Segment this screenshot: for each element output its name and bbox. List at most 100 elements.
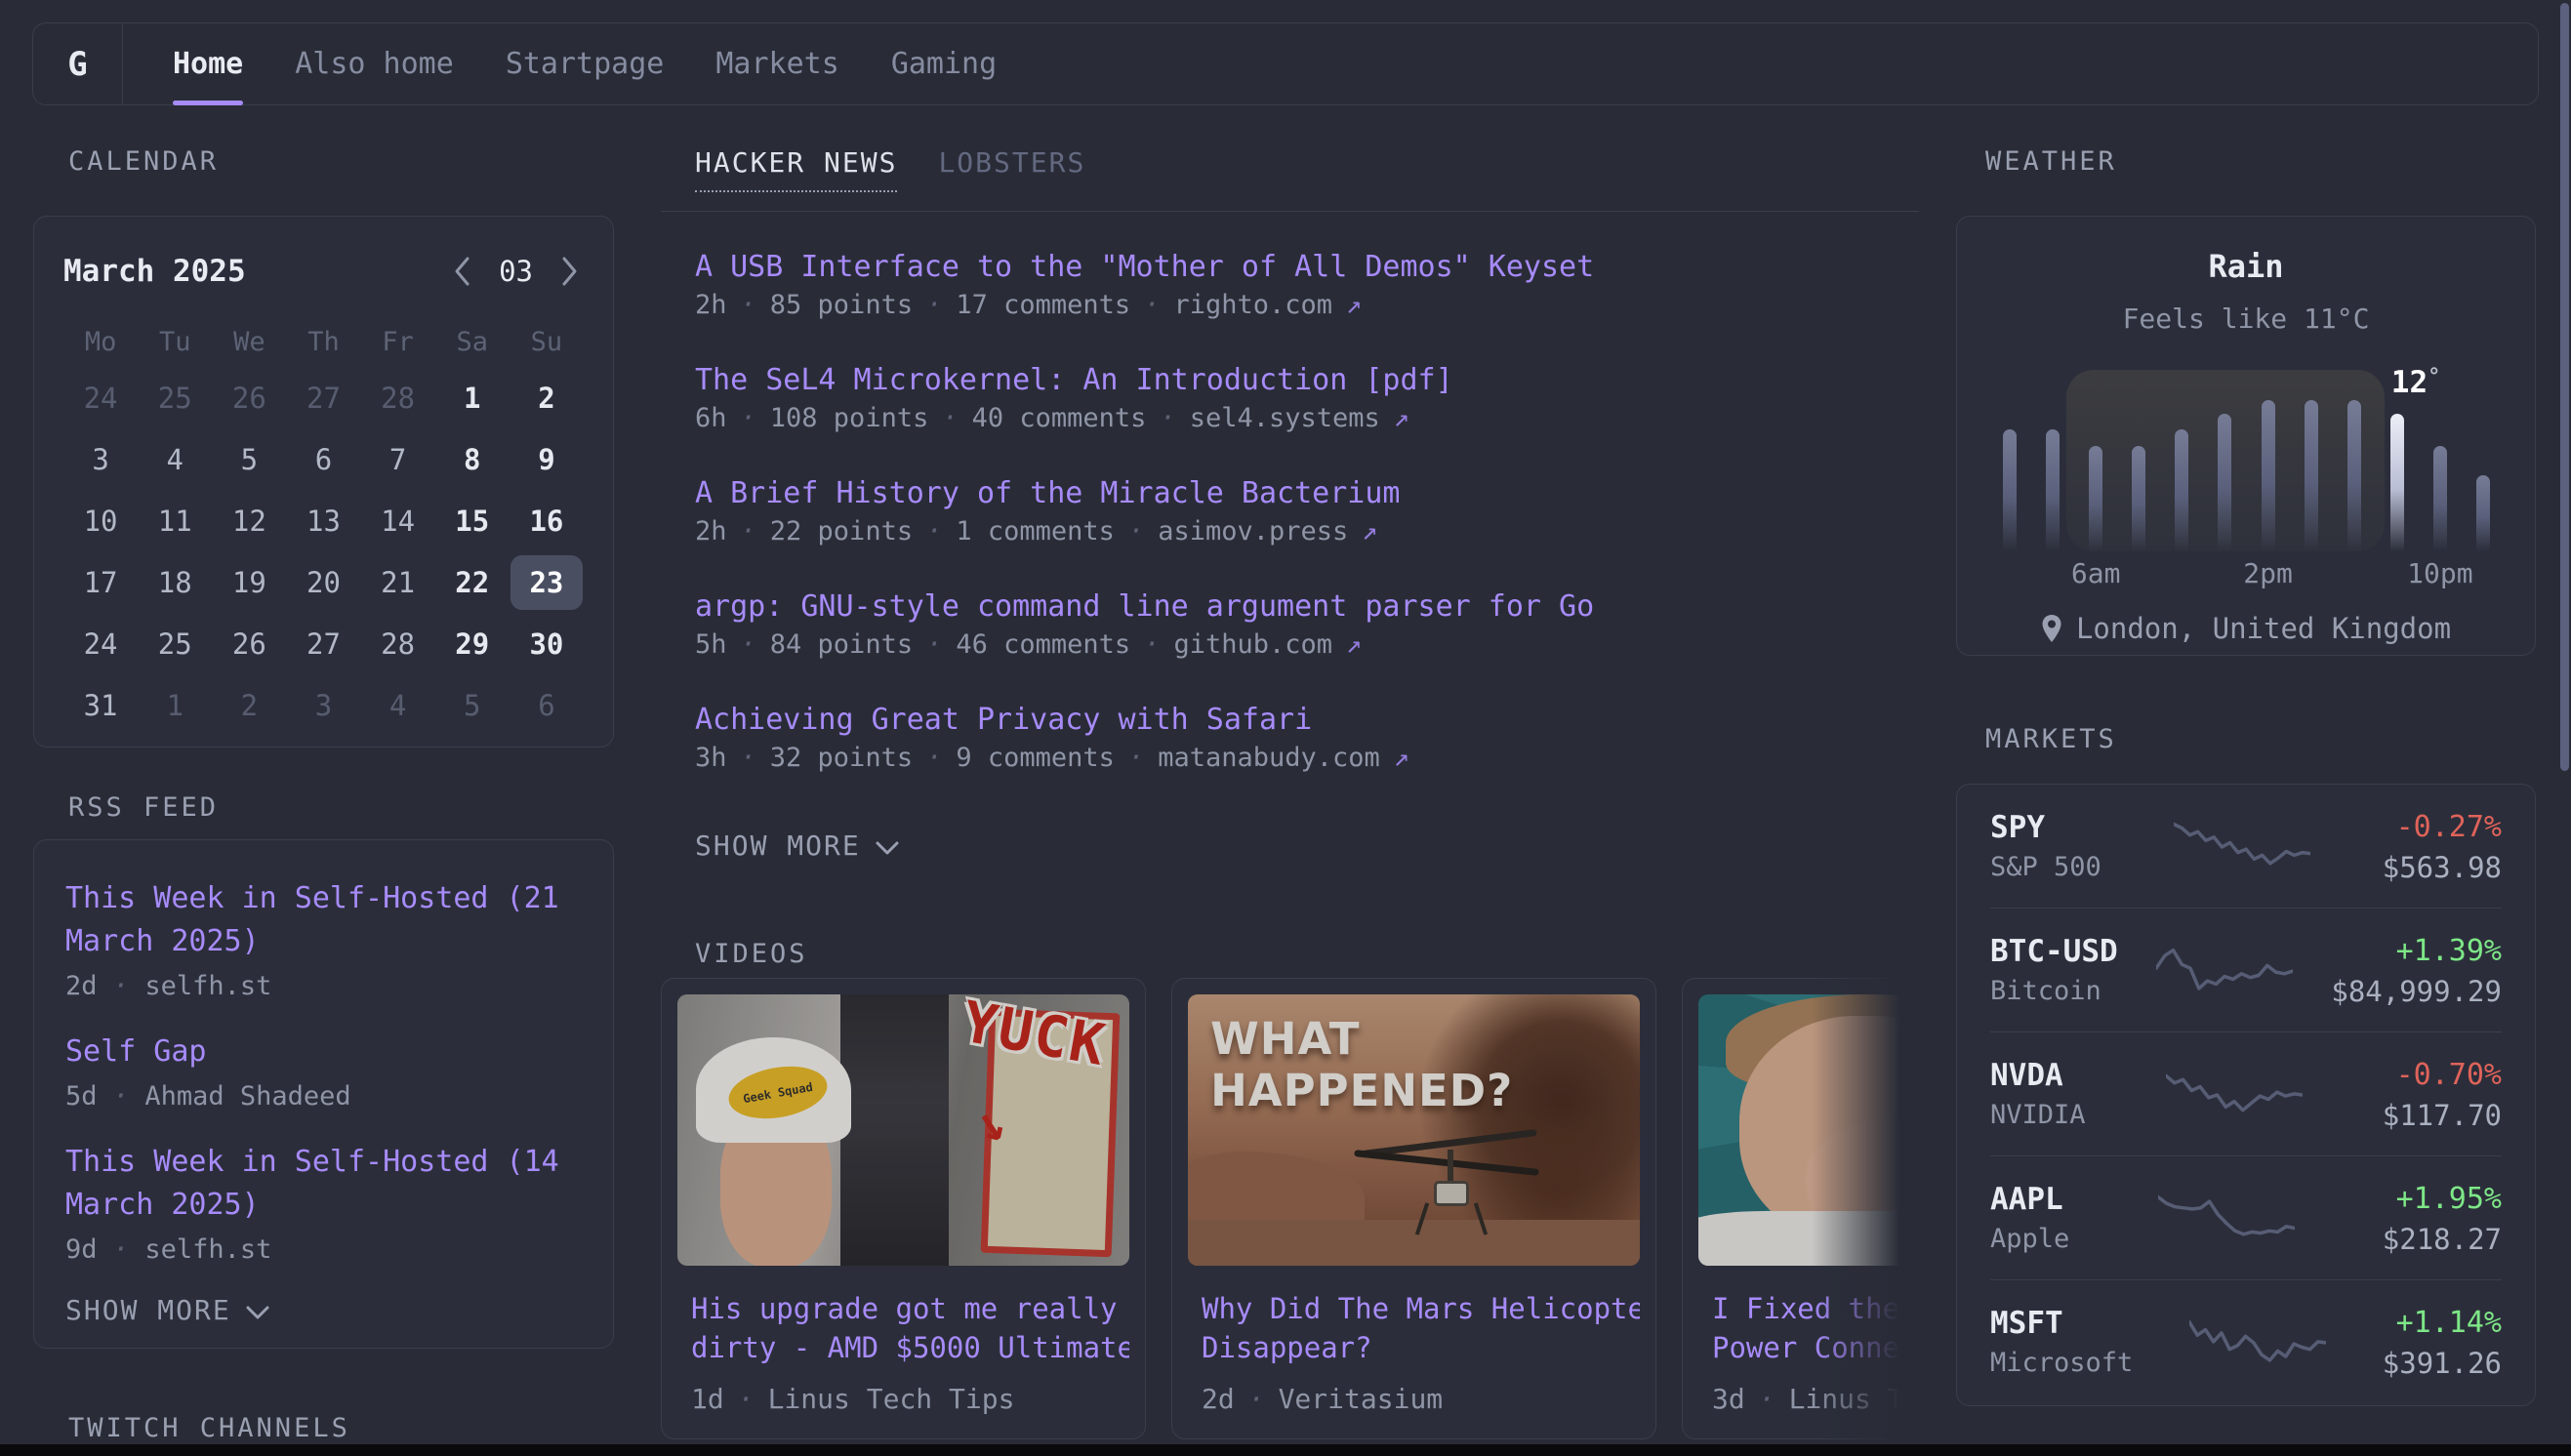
- calendar-day[interactable]: 9: [510, 428, 584, 490]
- tab-lobsters[interactable]: LOBSTERS: [938, 146, 1085, 192]
- calendar-next-icon[interactable]: [558, 255, 580, 288]
- rss-item-title[interactable]: This Week in Self-Hosted (21 March 2025): [65, 877, 582, 963]
- calendar-day[interactable]: 28: [361, 367, 435, 428]
- calendar-day[interactable]: 24: [63, 613, 138, 674]
- calendar-day[interactable]: 3: [286, 674, 360, 736]
- news-item-domain[interactable]: matanabudy.com: [1158, 744, 1380, 773]
- calendar-day[interactable]: 14: [361, 490, 435, 551]
- market-row[interactable]: MSFTMicrosoft +1.14%$391.26: [1990, 1280, 2502, 1403]
- tab-hacker-news[interactable]: HACKER NEWS: [695, 146, 897, 192]
- sparkline: [2156, 938, 2293, 1002]
- news-item[interactable]: A USB Interface to the "Mother of All De…: [695, 250, 1919, 320]
- rss-item[interactable]: This Week in Self-Hosted (21 March 2025)…: [65, 877, 582, 1001]
- video-title[interactable]: I Fixed the 5Power Connect: [1698, 1289, 1919, 1367]
- calendar-day[interactable]: 8: [435, 428, 510, 490]
- news-item-domain[interactable]: sel4.systems: [1190, 404, 1380, 433]
- video-thumbnail[interactable]: WHAT HAPPENED?: [1188, 994, 1640, 1266]
- news-item[interactable]: argp: GNU-style command line argument pa…: [695, 589, 1919, 660]
- news-item-title[interactable]: Achieving Great Privacy with Safari: [695, 703, 1919, 738]
- video-thumbnail[interactable]: Geek Squad YUCK ↘: [677, 994, 1129, 1266]
- calendar-day[interactable]: 31: [63, 674, 138, 736]
- calendar-section-title: CALENDAR: [68, 146, 219, 177]
- calendar-day[interactable]: 23: [510, 551, 584, 613]
- calendar-day[interactable]: 29: [435, 613, 510, 674]
- market-row[interactable]: AAPLApple +1.95%$218.27: [1990, 1156, 2502, 1280]
- rss-item-title[interactable]: This Week in Self-Hosted (14 March 2025): [65, 1141, 582, 1227]
- calendar-day[interactable]: 26: [212, 613, 286, 674]
- calendar-day[interactable]: 27: [286, 613, 360, 674]
- calendar-day[interactable]: 11: [138, 490, 212, 551]
- news-item-title[interactable]: argp: GNU-style command line argument pa…: [695, 589, 1919, 625]
- chart-x-label: 2pm: [2243, 557, 2293, 589]
- news-item-domain[interactable]: asimov.press: [1158, 517, 1348, 546]
- calendar-day[interactable]: 27: [286, 367, 360, 428]
- video-title-line: Power Connect: [1712, 1328, 1919, 1367]
- calendar-day[interactable]: 5: [435, 674, 510, 736]
- rss-item-meta: 5d Ahmad Shadeed: [65, 1081, 582, 1112]
- chart-x-label: 10pm: [2407, 557, 2472, 589]
- calendar-day[interactable]: 10: [63, 490, 138, 551]
- calendar-prev-icon[interactable]: [452, 255, 473, 288]
- nav-tab-also-home[interactable]: Also home: [295, 23, 454, 104]
- calendar-day[interactable]: 15: [435, 490, 510, 551]
- video-title[interactable]: His upgrade got me reallydirty - AMD $50…: [677, 1289, 1129, 1367]
- calendar-day[interactable]: 1: [138, 674, 212, 736]
- nav-tab-startpage[interactable]: Startpage: [506, 23, 665, 104]
- news-item-domain[interactable]: righto.com: [1173, 291, 1332, 320]
- news-item-title[interactable]: The SeL4 Microkernel: An Introduction [p…: [695, 363, 1919, 398]
- video-card[interactable]: Geek Squad YUCK ↘ His upgrade got me rea…: [661, 978, 1146, 1439]
- calendar-day[interactable]: 22: [435, 551, 510, 613]
- calendar-day[interactable]: 6: [510, 674, 584, 736]
- news-item-domain[interactable]: github.com: [1173, 630, 1332, 660]
- calendar-day[interactable]: 25: [138, 613, 212, 674]
- video-title[interactable]: Why Did The Mars HelicopterDisappear?: [1188, 1289, 1640, 1367]
- calendar-day[interactable]: 28: [361, 613, 435, 674]
- news-item-title[interactable]: A Brief History of the Miracle Bacterium: [695, 476, 1919, 511]
- video-card[interactable]: DO TH T I Fixed the 5Power Connect 3dLin…: [1682, 978, 1919, 1439]
- rss-item[interactable]: This Week in Self-Hosted (14 March 2025)…: [65, 1141, 582, 1265]
- rss-show-more-button[interactable]: SHOW MORE: [65, 1294, 582, 1326]
- calendar-day[interactable]: 2: [212, 674, 286, 736]
- rss-item[interactable]: Self Gap 5d Ahmad Shadeed: [65, 1031, 582, 1112]
- calendar-day[interactable]: 6: [286, 428, 360, 490]
- calendar-day[interactable]: 5: [212, 428, 286, 490]
- news-show-more-button[interactable]: SHOW MORE: [695, 829, 1919, 862]
- calendar-day[interactable]: 21: [361, 551, 435, 613]
- page-scrollbar-thumb[interactable]: [2560, 3, 2569, 771]
- calendar-day[interactable]: 3: [63, 428, 138, 490]
- app-logo[interactable]: G: [33, 23, 123, 104]
- market-price: $218.27: [2383, 1224, 2502, 1255]
- calendar-day[interactable]: 19: [212, 551, 286, 613]
- market-row[interactable]: SPYS&P 500 -0.27%$563.98: [1990, 785, 2502, 909]
- market-labels: MSFTMicrosoft: [1990, 1305, 2133, 1379]
- yuck-overlay-text: YUCK: [958, 994, 1111, 1078]
- calendar-day[interactable]: 30: [510, 613, 584, 674]
- news-tabs: HACKER NEWS LOBSTERS: [695, 146, 1085, 192]
- news-item[interactable]: Achieving Great Privacy with Safari 3h32…: [695, 703, 1919, 773]
- show-more-label: SHOW MORE: [65, 1294, 231, 1326]
- news-item[interactable]: The SeL4 Microkernel: An Introduction [p…: [695, 363, 1919, 433]
- market-price: $563.98: [2383, 852, 2502, 883]
- nav-tab-home[interactable]: Home: [173, 23, 243, 104]
- calendar-day[interactable]: 7: [361, 428, 435, 490]
- news-item-title[interactable]: A USB Interface to the "Mother of All De…: [695, 250, 1919, 285]
- video-thumbnail[interactable]: DO TH T: [1698, 994, 1919, 1266]
- market-row[interactable]: NVDANVIDIA -0.70%$117.70: [1990, 1032, 2502, 1156]
- calendar-day[interactable]: 18: [138, 551, 212, 613]
- calendar-day[interactable]: 2: [510, 367, 584, 428]
- calendar-day[interactable]: 25: [138, 367, 212, 428]
- rss-item-title[interactable]: Self Gap: [65, 1031, 582, 1073]
- calendar-day[interactable]: 4: [138, 428, 212, 490]
- calendar-day[interactable]: 24: [63, 367, 138, 428]
- calendar-day[interactable]: 12: [212, 490, 286, 551]
- news-item[interactable]: A Brief History of the Miracle Bacterium…: [695, 476, 1919, 546]
- market-row[interactable]: BTC-USDBitcoin +1.39%$84,999.29: [1990, 909, 2502, 1032]
- calendar-day[interactable]: 26: [212, 367, 286, 428]
- video-card[interactable]: WHAT HAPPENED? Why Did The Mars Helicopt…: [1171, 978, 1656, 1439]
- calendar-day[interactable]: 4: [361, 674, 435, 736]
- calendar-day[interactable]: 20: [286, 551, 360, 613]
- calendar-day[interactable]: 16: [510, 490, 584, 551]
- calendar-day[interactable]: 1: [435, 367, 510, 428]
- calendar-day[interactable]: 17: [63, 551, 138, 613]
- calendar-day[interactable]: 13: [286, 490, 360, 551]
